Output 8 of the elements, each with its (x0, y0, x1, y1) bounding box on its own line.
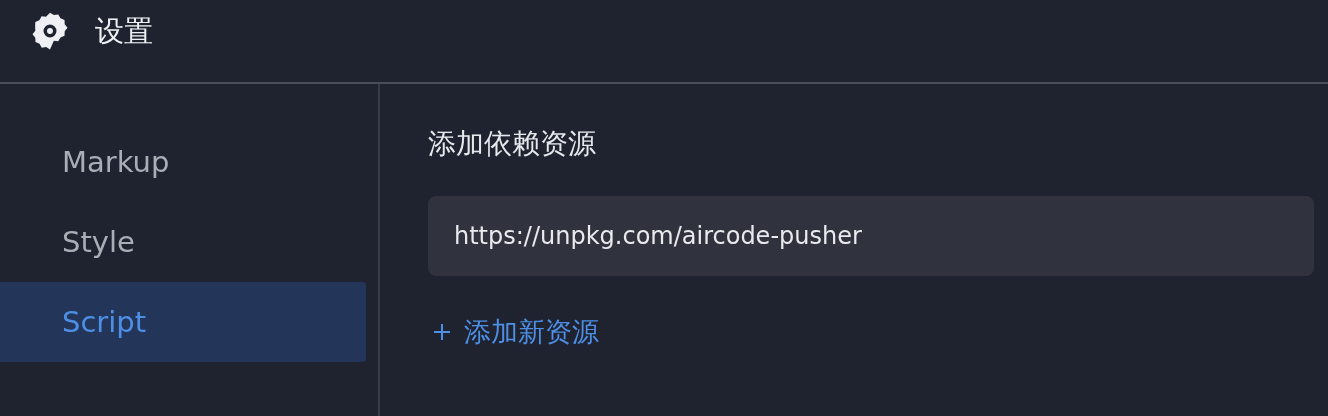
section-heading: 添加依赖资源 (428, 126, 597, 162)
sidebar-item[interactable]: Style (0, 202, 366, 282)
sidebar-item[interactable]: Markup (0, 122, 366, 202)
window-title: 设置 (95, 13, 153, 50)
resource-url-field[interactable]: https://unpkg.com/aircode-pusher (428, 196, 1314, 276)
plus-icon (432, 322, 452, 342)
add-resource-link[interactable]: 添加新资源 (428, 314, 599, 350)
sidebar-item[interactable]: Script (0, 282, 366, 362)
